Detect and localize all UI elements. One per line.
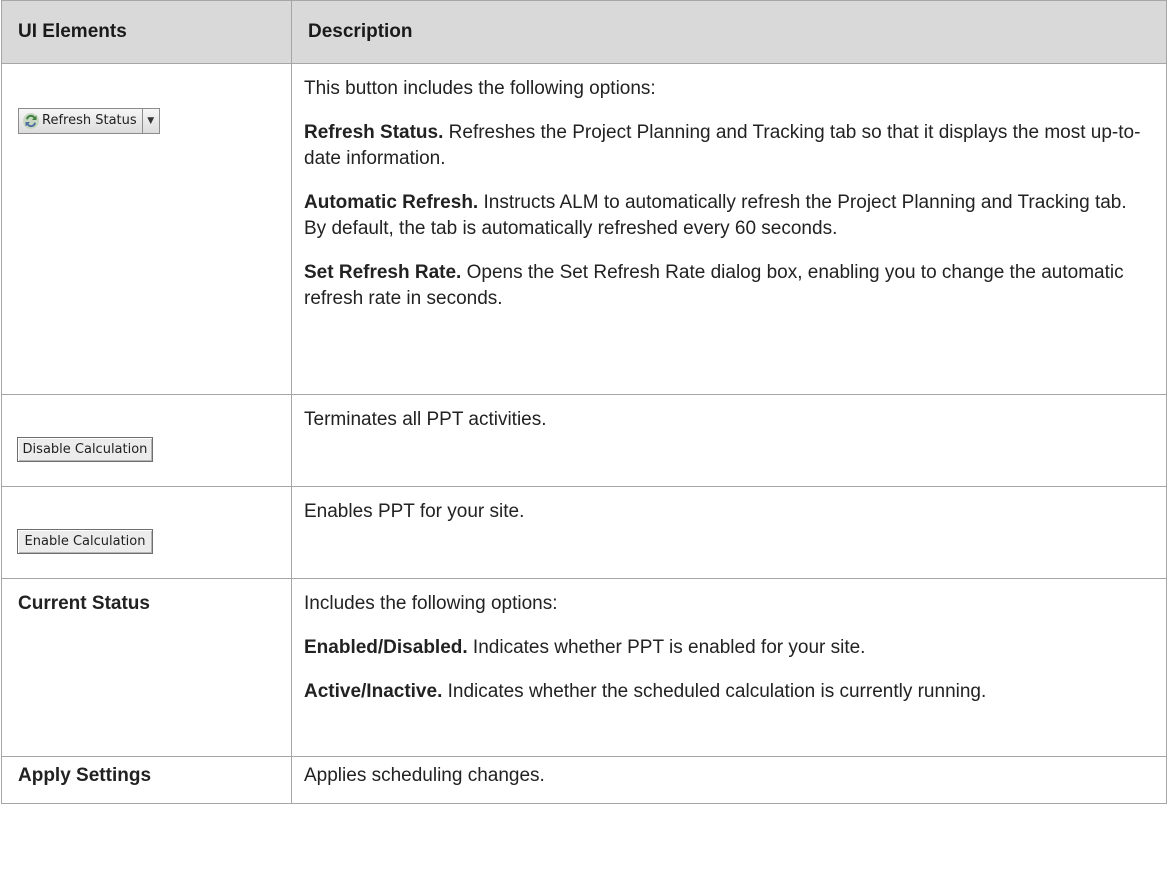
header-ui-elements: UI Elements bbox=[1, 0, 292, 64]
apply-settings-description: Applies scheduling changes. bbox=[304, 765, 545, 786]
option-term: Automatic Refresh. bbox=[304, 192, 479, 213]
apply-settings-label: Apply Settings bbox=[1, 756, 292, 804]
description-cell: Enables PPT for your site. bbox=[291, 486, 1167, 579]
refresh-option-refresh-status: Refresh Status. Refreshes the Project Pl… bbox=[304, 120, 1154, 172]
ui-elements-table: UI Elements Description Refresh Status ▼ bbox=[1, 0, 1167, 804]
current-status-option-active-inactive: Active/Inactive. Indicates whether the s… bbox=[304, 679, 1154, 705]
table-row-refresh-status: Refresh Status ▼ This button includes th… bbox=[1, 63, 1167, 395]
dropdown-arrow-icon[interactable]: ▼ bbox=[141, 109, 159, 133]
enable-description: Enables PPT for your site. bbox=[304, 501, 525, 522]
table-row-enable-calculation: Enable Calculation Enables PPT for your … bbox=[1, 486, 1167, 579]
current-status-intro: Includes the following options: bbox=[304, 593, 558, 614]
table-row-current-status: Current Status Includes the following op… bbox=[1, 578, 1167, 757]
refresh-status-split-button[interactable]: Refresh Status ▼ bbox=[18, 108, 160, 134]
description-cell: Includes the following options: Enabled/… bbox=[291, 578, 1167, 757]
current-status-option-enabled-disabled: Enabled/Disabled. Indicates whether PPT … bbox=[304, 635, 1154, 661]
ui-element-cell: Disable Calculation bbox=[1, 394, 292, 487]
option-text: Indicates whether PPT is enabled for you… bbox=[467, 637, 866, 658]
disable-description: Terminates all PPT activities. bbox=[304, 409, 547, 430]
header-description: Description bbox=[291, 0, 1167, 64]
description-cell: Applies scheduling changes. bbox=[291, 756, 1167, 804]
option-term: Refresh Status. bbox=[304, 122, 444, 143]
description-cell: Terminates all PPT activities. bbox=[291, 394, 1167, 487]
refresh-status-button[interactable]: Refresh Status bbox=[19, 109, 142, 133]
current-status-label: Current Status bbox=[1, 578, 292, 757]
refresh-icon bbox=[23, 113, 39, 129]
option-term: Set Refresh Rate. bbox=[304, 262, 462, 283]
enable-calculation-button[interactable]: Enable Calculation bbox=[17, 529, 153, 554]
refresh-option-automatic-refresh: Automatic Refresh. Instructs ALM to auto… bbox=[304, 190, 1154, 242]
refresh-option-set-refresh-rate: Set Refresh Rate. Opens the Set Refresh … bbox=[304, 260, 1154, 312]
ui-element-cell: Refresh Status ▼ bbox=[1, 63, 292, 395]
option-term: Active/Inactive. bbox=[304, 681, 443, 702]
description-cell: This button includes the following optio… bbox=[291, 63, 1167, 395]
ui-element-cell: Enable Calculation bbox=[1, 486, 292, 579]
option-term: Enabled/Disabled. bbox=[304, 637, 468, 658]
table-row-disable-calculation: Disable Calculation Terminates all PPT a… bbox=[1, 394, 1167, 487]
disable-calculation-button[interactable]: Disable Calculation bbox=[17, 437, 153, 462]
option-text: Indicates whether the scheduled calculat… bbox=[442, 681, 987, 702]
refresh-intro: This button includes the following optio… bbox=[304, 78, 656, 99]
table-row-apply-settings: Apply Settings Applies scheduling change… bbox=[1, 756, 1167, 804]
table-header-row: UI Elements Description bbox=[1, 0, 1167, 64]
refresh-status-button-label: Refresh Status bbox=[42, 113, 137, 128]
